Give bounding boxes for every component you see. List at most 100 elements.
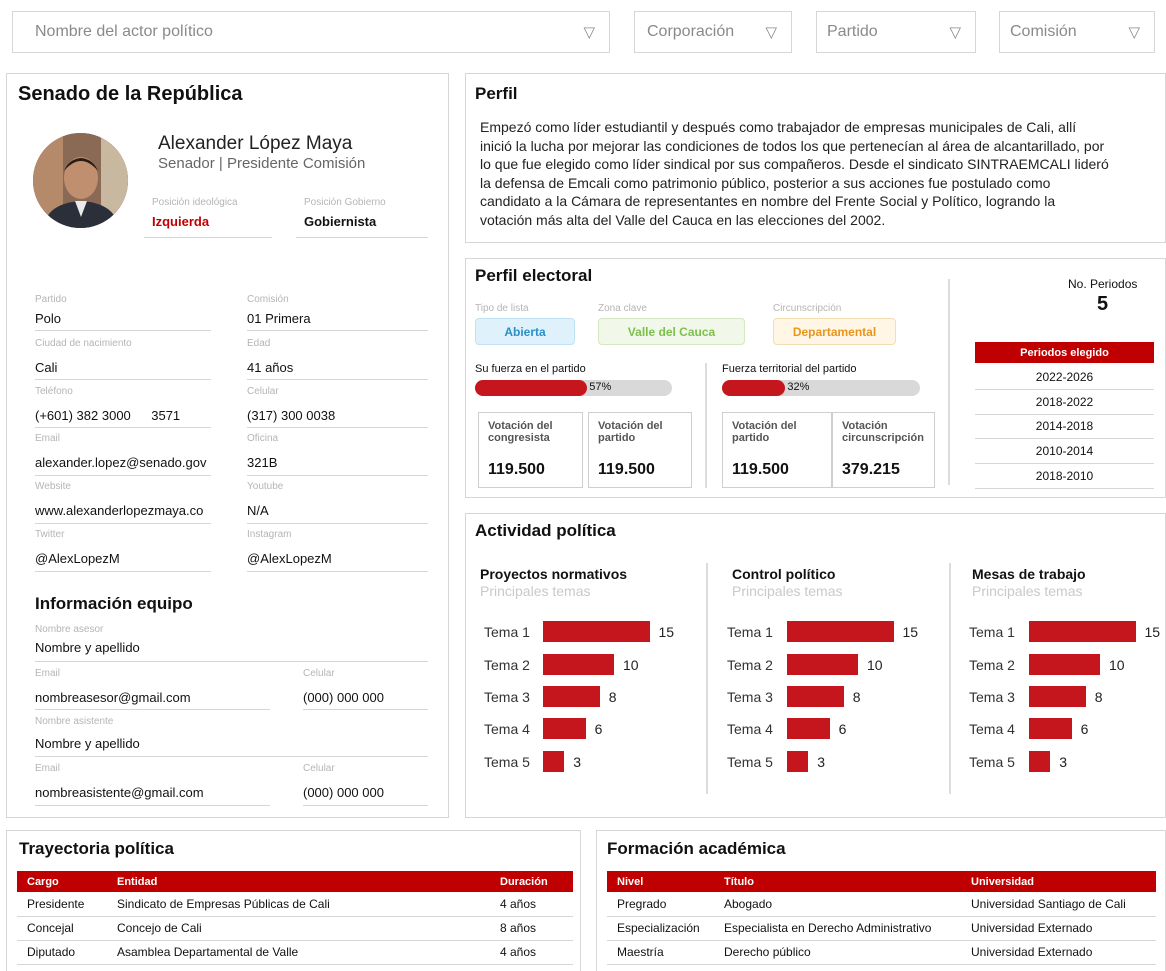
cell-duracion: 4 años — [490, 892, 573, 917]
instagram-value[interactable]: @AlexLopezM — [247, 551, 332, 566]
chart-value-label: 8 — [1094, 689, 1103, 705]
partido-field: Partido Polo — [35, 294, 211, 331]
partido-value: Polo — [35, 311, 62, 326]
comision-select[interactable]: Comisión ▽ — [999, 11, 1155, 53]
vote-label: Votación del partido — [598, 420, 663, 444]
col-cargo: Cargo — [17, 871, 107, 892]
chart-bar — [787, 654, 858, 675]
electoral-heading: Perfil electoral — [475, 266, 593, 285]
asesor-email-field: Email nombreasesor@gmail.com — [35, 668, 270, 710]
tipo-lista-pill: Abierta — [475, 318, 575, 345]
edad-field: Edad 41 años — [247, 338, 428, 380]
email-field: Email alexander.lopez@senado.gov — [35, 433, 211, 476]
chart-value-label: 10 — [623, 657, 639, 673]
table-row: Concejal Concejo de Cali 8 años — [17, 916, 573, 941]
actividad-heading: Actividad política — [475, 521, 616, 540]
cell-duracion: 8 años — [490, 916, 573, 941]
cell-nivel: Maestría — [607, 940, 714, 965]
instagram-field: Instagram @AlexLopezM — [247, 529, 428, 572]
chart-category-label: Tema 4 — [727, 721, 773, 737]
periodo-row: 2014-2018 — [975, 414, 1154, 439]
chart-bar — [787, 718, 830, 739]
youtube-value: N/A — [247, 503, 269, 518]
fuerza-partido-fill — [475, 380, 588, 396]
perfil-heading: Perfil — [475, 84, 518, 103]
asesor-email-label: Email — [35, 668, 61, 679]
celular-value: (317) 300 0038 — [247, 408, 336, 423]
asistente-celular-label: Celular — [303, 763, 335, 774]
cell-duracion: 4 años — [490, 940, 573, 965]
email-value[interactable]: alexander.lopez@senado.gov — [35, 455, 207, 470]
asistente-email-field: Email nombreasistente@gmail.com — [35, 763, 270, 806]
chart-bar — [1029, 751, 1051, 772]
chart-title: Control político — [732, 566, 836, 582]
asesor-label: Nombre asesor — [35, 624, 104, 635]
vote-value: 379.215 — [842, 461, 900, 478]
chart-value-label: 3 — [573, 754, 582, 770]
col-duracion: Duración — [490, 871, 573, 892]
chart-value-label: 15 — [902, 624, 919, 640]
perfil-line: la defensa de Emcali como patrimonio púb… — [480, 174, 1051, 191]
ideology-field: Posición ideológica Izquierda — [144, 197, 272, 238]
chart-value-label: 6 — [594, 721, 603, 737]
edad-value: 41 años — [247, 360, 294, 375]
politician-role: Senador | Presidente Comisión — [158, 155, 366, 172]
chart-category-label: Tema 5 — [484, 754, 530, 770]
comision-select-value: Comisión — [1010, 23, 1077, 40]
ciudad-field: Ciudad de nacimiento Cali — [35, 338, 211, 380]
twitter-value[interactable]: @AlexLopezM — [35, 551, 120, 566]
asistente-email-label: Email — [35, 763, 61, 774]
website-label: Website — [35, 481, 71, 492]
chart-value-label: 6 — [838, 721, 847, 737]
chart-subtitle: Principales temas — [732, 583, 843, 599]
asistente-email-value[interactable]: nombreasistente@gmail.com — [35, 785, 204, 800]
perfil-line: Empezó como líder estudiantil y después … — [480, 119, 1077, 135]
asesor-email-value[interactable]: nombreasesor@gmail.com — [35, 690, 191, 705]
cell-entidad: Asamblea Departamental de Valle — [107, 940, 490, 965]
chart-value-label: 8 — [852, 689, 861, 705]
chart-category-label: Tema 2 — [727, 657, 773, 673]
chart-bar — [787, 686, 844, 707]
chart-value-label: 10 — [1109, 657, 1125, 673]
partido-select[interactable]: Partido ▽ — [816, 11, 976, 53]
fuerza-partido-label: Su fuerza en el partido — [475, 363, 586, 375]
periodo-row: 2018-2022 — [975, 390, 1154, 415]
chart-bar — [543, 621, 650, 642]
vote-label: Votación circunscripción — [842, 420, 924, 444]
website-value[interactable]: www.alexanderlopezmaya.co — [35, 503, 203, 518]
chart-title: Proyectos normativos — [480, 566, 628, 582]
cell-cargo: Concejal — [17, 916, 107, 941]
website-field: Website www.alexanderlopezmaya.co — [35, 481, 211, 524]
chart-value-label: 8 — [608, 689, 617, 705]
vote-value: 119.500 — [488, 461, 545, 478]
comision-field: Comisión 01 Primera — [247, 294, 428, 331]
cell-entidad: Concejo de Cali — [107, 916, 490, 941]
oficina-value: 321B — [247, 455, 278, 470]
chart-divider — [949, 563, 951, 794]
actor-select[interactable]: Nombre del actor político ▽ — [12, 11, 610, 53]
ciudad-label: Ciudad de nacimiento — [35, 338, 132, 349]
cell-cargo: Diputado — [17, 940, 107, 965]
corporacion-select[interactable]: Corporación ▽ — [634, 11, 792, 53]
email-label: Email — [35, 433, 61, 444]
chart-bar — [543, 751, 565, 772]
chart-title: Mesas de trabajo — [972, 566, 1086, 582]
cell-titulo: Especialista en Derecho Administrativo — [714, 916, 961, 941]
government-value: Gobiernista — [304, 214, 377, 229]
ideology-label: Posición ideológica — [152, 197, 238, 208]
electoral-divider — [705, 363, 707, 488]
chart-category-label: Tema 2 — [969, 657, 1015, 673]
dropdown-triangle-icon: ▽ — [583, 24, 595, 41]
vote-label: Votación del partido — [732, 420, 797, 444]
chart-category-label: Tema 3 — [484, 689, 530, 705]
twitter-field: Twitter @AlexLopezM — [35, 529, 211, 572]
formacion-heading: Formación académica — [607, 839, 786, 858]
oficina-field: Oficina 321B — [247, 433, 428, 476]
periodos-label: No. Periodos — [1068, 277, 1138, 291]
periodos-elegido-header: Periodos elegido — [975, 342, 1154, 363]
fuerza-territorial-percent: 32% — [787, 381, 810, 393]
chamber-heading: Senado de la República — [18, 83, 243, 105]
actor-select-value: Nombre del actor político — [35, 23, 213, 40]
asistente-label: Nombre asistente — [35, 716, 114, 727]
periodos-divider — [948, 279, 950, 485]
